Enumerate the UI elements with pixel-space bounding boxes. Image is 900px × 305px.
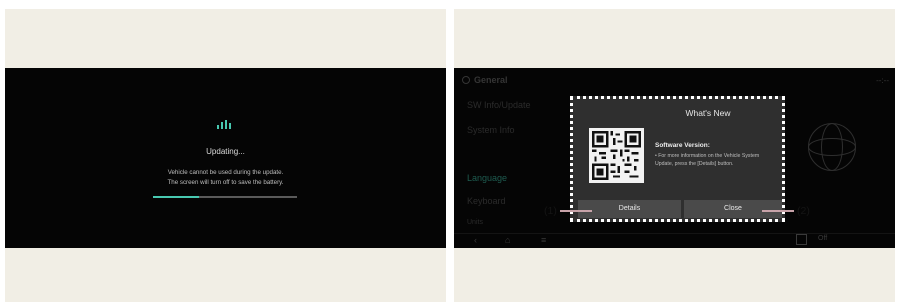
right-panel: General --:-- SW Info/Update System Info… <box>454 9 895 302</box>
callout-1-line <box>560 210 592 212</box>
menu-item-language[interactable]: Language <box>467 173 507 183</box>
bottom-bar <box>454 233 895 248</box>
update-progress-fill <box>153 196 200 198</box>
menu-header-label: General <box>474 75 508 85</box>
software-version-label: Software Version: <box>655 142 710 149</box>
update-message: Vehicle cannot be used during the update… <box>5 168 446 187</box>
menu-header[interactable]: General <box>462 75 508 85</box>
popup-title: What's New <box>685 108 731 118</box>
search-icon <box>462 76 470 84</box>
details-button[interactable]: Details <box>578 200 681 218</box>
settings-screen: General --:-- SW Info/Update System Info… <box>454 68 895 248</box>
update-message-line-1: Vehicle cannot be used during the update… <box>167 169 284 176</box>
back-icon[interactable]: ‹ <box>474 235 477 245</box>
callout-1: (1) <box>544 205 557 217</box>
qr-code-icon[interactable] <box>589 128 644 183</box>
menu-item-keyboard[interactable]: Keyboard <box>467 196 506 206</box>
menu-icon[interactable]: ≡ <box>541 235 546 245</box>
menu-item-system-info[interactable]: System Info <box>467 125 515 135</box>
left-panel: Updating... Vehicle cannot be used durin… <box>5 9 446 302</box>
callout-2: (2) <box>797 205 810 217</box>
update-progress-bar <box>153 196 297 198</box>
status-indicator: --:-- <box>876 76 889 85</box>
software-version-description: • For more information on the Vehicle Sy… <box>655 153 760 167</box>
update-screen: Updating... Vehicle cannot be used durin… <box>5 68 446 248</box>
toggle-box-icon[interactable] <box>796 234 807 245</box>
update-title: Updating... <box>206 147 245 156</box>
menu-item-sw-info-update[interactable]: SW Info/Update <box>467 100 531 110</box>
off-label: Off <box>818 235 828 242</box>
whats-new-popup: What's New Software Version: • For more … <box>570 96 785 222</box>
menu-item-units[interactable]: Units <box>467 219 483 226</box>
globe-icon <box>808 123 856 171</box>
callout-2-line <box>762 210 794 212</box>
loading-icon <box>217 120 233 129</box>
close-button[interactable]: Close <box>684 200 782 218</box>
update-message-line-2: The screen will turn off to save the bat… <box>167 178 284 186</box>
home-icon[interactable]: ⌂ <box>505 235 510 245</box>
